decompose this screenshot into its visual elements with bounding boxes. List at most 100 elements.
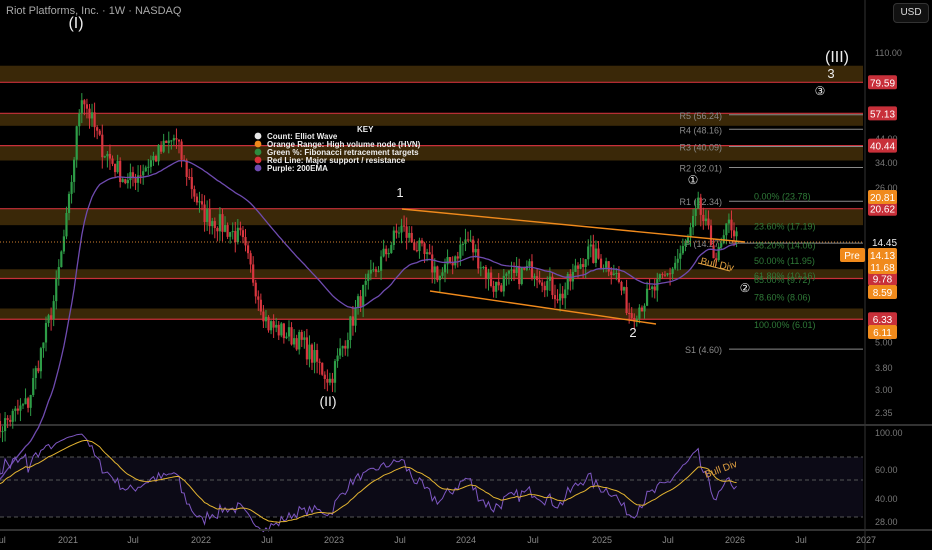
candle [461, 243, 465, 245]
fib-label: 38.20% (14.06) [754, 241, 816, 251]
candle [640, 307, 644, 312]
candle [367, 273, 370, 281]
candle [548, 276, 551, 281]
candle [293, 338, 296, 345]
rsi-axis-tick: 28.00 [875, 517, 898, 527]
candle [553, 295, 557, 300]
candle [436, 266, 439, 281]
candle [341, 345, 344, 349]
candle [231, 231, 234, 233]
candle [651, 286, 654, 290]
candle [280, 323, 283, 336]
candle [500, 285, 503, 292]
legend-title: KEY [357, 125, 374, 134]
premarket-price-tag-text: 14.13 [870, 251, 895, 262]
candle [528, 261, 531, 267]
candle [246, 245, 250, 254]
candle [241, 230, 245, 238]
y-axis-tick: 34.00 [875, 158, 898, 168]
candle [326, 378, 329, 383]
candle [6, 418, 9, 420]
candle [154, 156, 158, 162]
candle [625, 287, 628, 314]
candle [704, 218, 707, 222]
fib-label: 23.60% (17.19) [754, 222, 816, 232]
candle [223, 225, 227, 232]
candle [668, 273, 672, 275]
candle [510, 269, 513, 271]
candle [290, 327, 293, 345]
candle [73, 159, 76, 182]
candle [0, 420, 2, 432]
candle [298, 332, 301, 350]
fib-label: 100.00% (6.01) [754, 320, 816, 330]
legend-swatch [254, 164, 262, 172]
candle [229, 232, 232, 237]
candle [497, 281, 500, 286]
candle [108, 153, 112, 159]
candle [172, 138, 175, 141]
candle [328, 378, 332, 383]
candle [50, 315, 53, 320]
candle [428, 252, 431, 255]
candle [372, 269, 375, 271]
candle [126, 180, 129, 184]
candle [535, 276, 539, 281]
candle [671, 268, 674, 274]
x-axis-tick: Jul [0, 535, 6, 545]
candle [431, 254, 434, 273]
candle [252, 264, 255, 283]
candle [507, 270, 511, 274]
price-tag-orange-text: 20.81 [870, 193, 895, 204]
candle [482, 267, 485, 269]
elliott-wave-label: ③ [815, 84, 826, 98]
candle [160, 144, 163, 152]
candle [402, 225, 406, 227]
candle [681, 246, 684, 254]
candle [259, 299, 262, 312]
candle [195, 196, 199, 203]
hvn-range [0, 145, 863, 161]
candle [561, 293, 564, 299]
candle [400, 225, 403, 233]
candle [433, 266, 436, 273]
candle [605, 261, 608, 268]
price-tag-red-text: 20.62 [870, 205, 895, 216]
candle [607, 261, 610, 272]
candle [576, 265, 580, 269]
pivot-label: R3 (40.09) [679, 142, 722, 152]
x-axis-tick: 2023 [324, 535, 344, 545]
candle [162, 140, 165, 152]
legend-swatch [254, 132, 262, 140]
candle [364, 280, 367, 285]
candle [239, 227, 242, 231]
candle [454, 256, 457, 266]
x-axis-tick: Jul [394, 535, 406, 545]
candle [638, 307, 641, 319]
candle [679, 253, 682, 259]
x-axis-tick: 2021 [58, 535, 78, 545]
candle [438, 275, 441, 281]
candle [264, 316, 268, 322]
candle [466, 239, 470, 241]
candle [589, 244, 592, 247]
candle [630, 313, 633, 318]
candle [495, 281, 498, 292]
price-tag-orange-text: 6.11 [873, 328, 892, 339]
candle [85, 104, 89, 109]
candle [574, 265, 577, 272]
price-tag-red-text: 6.33 [873, 315, 893, 326]
candle [116, 160, 119, 173]
y-axis-tick: 3.00 [875, 385, 893, 395]
price-tag-red-text: 40.44 [870, 142, 895, 153]
last-price-label: 14.45 [872, 238, 897, 249]
candle [333, 361, 337, 383]
candle [451, 262, 454, 266]
candle [70, 181, 73, 194]
fib-label: 78.60% (8.06) [754, 293, 811, 303]
candle [692, 215, 695, 228]
rsi-axis-tick: 60.00 [875, 465, 898, 475]
candle [559, 293, 562, 301]
candle [385, 248, 388, 255]
price-chart[interactable]: R5 (56.24) R4 (48.16) R3 (40.09) R2 (32.01)… [0, 0, 932, 550]
